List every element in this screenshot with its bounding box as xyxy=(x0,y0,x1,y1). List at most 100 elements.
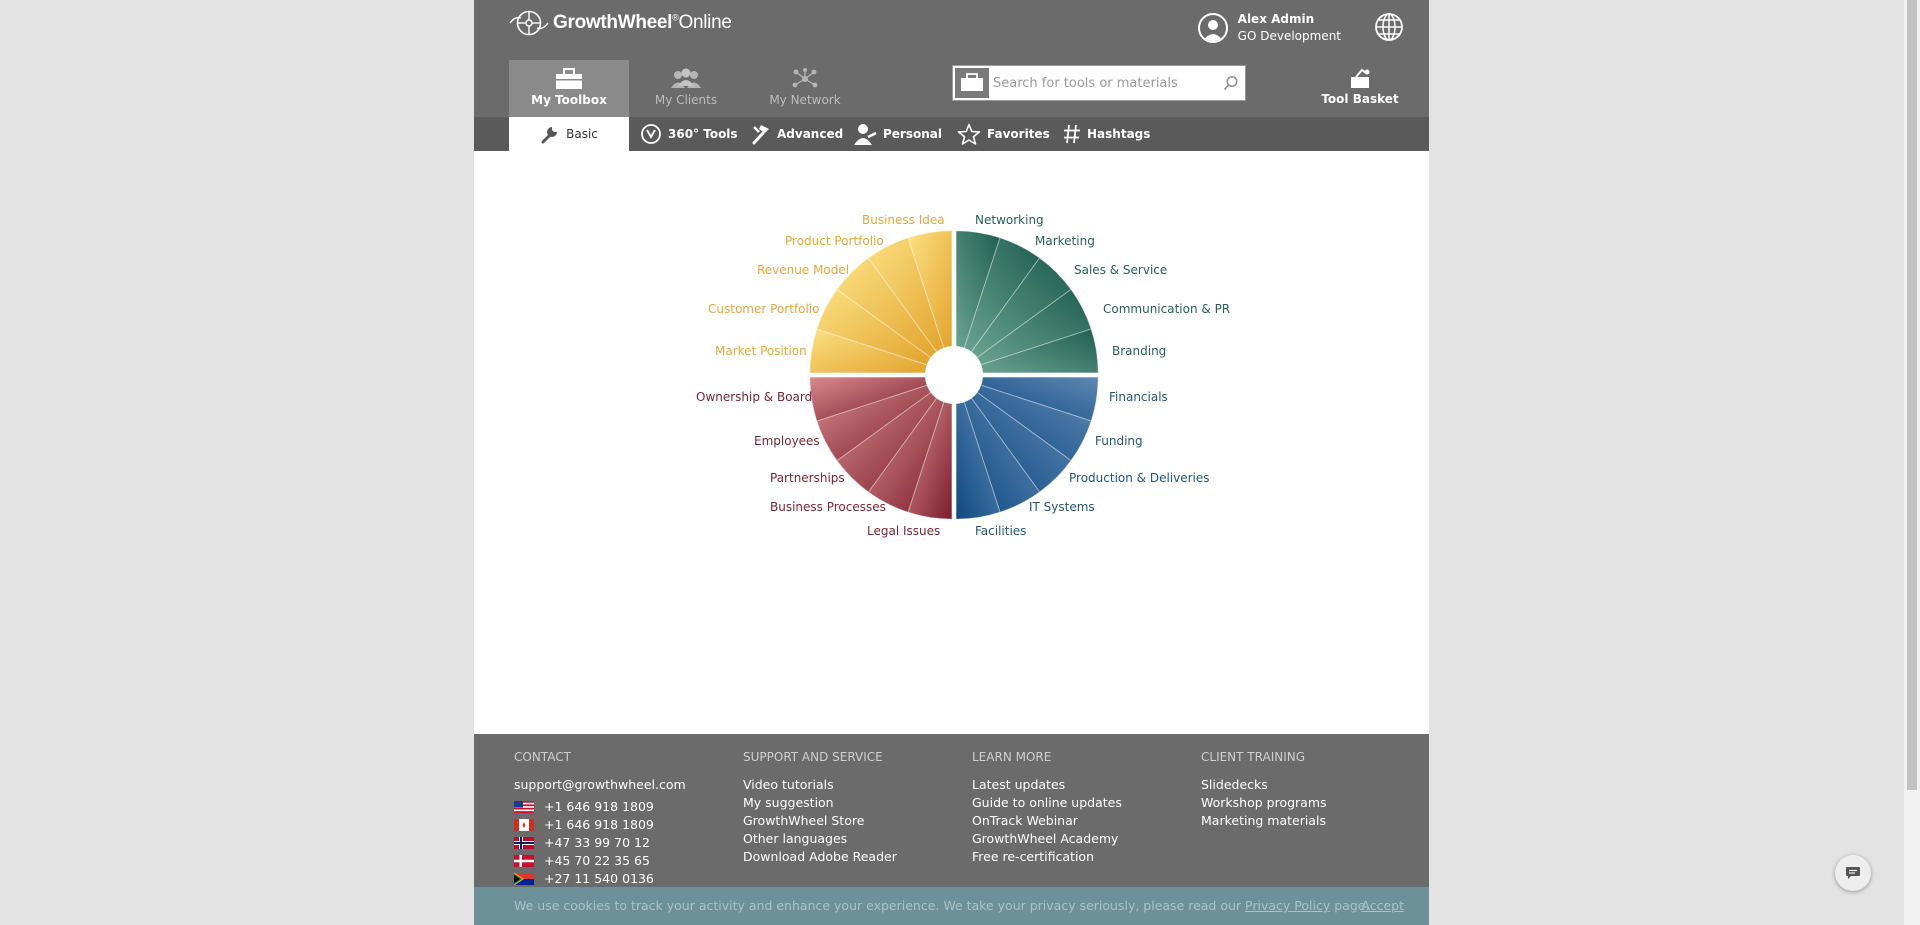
footer-support: SUPPORT AND SERVICE Video tutorials My s… xyxy=(743,750,897,866)
scrollbar-thumb[interactable] xyxy=(1907,0,1917,790)
phone-row[interactable]: +27 11 540 0136 xyxy=(514,870,686,888)
tool-basket-button[interactable]: Tool Basket xyxy=(1320,68,1400,106)
wheel-label-business-idea[interactable]: Business Idea xyxy=(862,213,945,227)
search-icon[interactable] xyxy=(1223,75,1239,91)
footer-link[interactable]: Workshop programs xyxy=(1201,794,1327,812)
person-icon xyxy=(854,124,877,145)
wheel-svg xyxy=(809,230,1099,520)
wheel-label-legal-issues[interactable]: Legal Issues xyxy=(867,524,940,538)
wheel-label-marketing[interactable]: Marketing xyxy=(1035,234,1095,248)
wheel-label-sales-service[interactable]: Sales & Service xyxy=(1074,263,1167,277)
user-name: Alex Admin xyxy=(1237,12,1315,26)
footer-link[interactable]: Latest updates xyxy=(972,776,1122,794)
subtab-advanced[interactable]: Advanced xyxy=(751,117,843,151)
footer-link[interactable]: OnTrack Webinar xyxy=(972,812,1122,830)
toolbox-icon xyxy=(556,68,582,89)
search-box xyxy=(952,65,1246,101)
footer-contact: CONTACT support@growthwheel.com +1 646 9… xyxy=(514,750,686,888)
search-input[interactable] xyxy=(993,68,1215,98)
chat-icon xyxy=(1846,867,1860,879)
phone-row[interactable]: +47 33 99 70 12 xyxy=(514,834,686,852)
hashtag-icon xyxy=(1064,124,1080,144)
people-icon xyxy=(671,68,701,88)
cookie-banner: We use cookies to track your activity an… xyxy=(474,887,1429,925)
subtab-personal[interactable]: Personal xyxy=(853,117,942,151)
tab-my-clients[interactable]: My Clients xyxy=(626,60,746,117)
footer-link[interactable]: Marketing materials xyxy=(1201,812,1327,830)
phone-row[interactable]: +1 646 918 1809 xyxy=(514,816,686,834)
wheel-label-funding[interactable]: Funding xyxy=(1095,434,1143,448)
wheel-label-financials[interactable]: Financials xyxy=(1109,390,1168,404)
user-org: GO Development xyxy=(1237,29,1341,43)
ca-flag-icon xyxy=(514,819,534,831)
privacy-policy-link[interactable]: Privacy Policy xyxy=(1245,898,1330,913)
tab-my-network[interactable]: My Network xyxy=(745,60,865,117)
wheel-label-partnerships[interactable]: Partnerships xyxy=(770,471,845,485)
accept-cookies-button[interactable]: Accept xyxy=(1361,898,1404,913)
footer-link[interactable]: Free re-certification xyxy=(972,848,1122,866)
no-flag-icon xyxy=(514,837,534,849)
user-menu[interactable]: Alex Admin GO Development xyxy=(1197,11,1341,45)
wheel-logo-icon xyxy=(509,10,549,36)
wheel-label-it-systems[interactable]: IT Systems xyxy=(1029,500,1095,514)
top-header: GrowthWheel®Online Alex Admin GO Develop… xyxy=(474,0,1429,117)
app-window: GrowthWheel®Online Alex Admin GO Develop… xyxy=(474,0,1429,925)
360-icon xyxy=(641,124,661,144)
phone-row[interactable]: +1 646 918 1809 xyxy=(514,798,686,816)
wheel-quadrant-green xyxy=(955,230,1099,374)
wheel-quadrant-blue xyxy=(955,376,1099,520)
growthwheel-chart: Business Idea Product Portfolio Revenue … xyxy=(474,151,1429,734)
footer-heading: CLIENT TRAINING xyxy=(1201,750,1306,764)
toolbox-search-icon[interactable] xyxy=(955,68,989,98)
footer-link[interactable]: GrowthWheel Academy xyxy=(972,830,1122,848)
phone-row[interactable]: +45 70 22 35 65 xyxy=(514,852,686,870)
footer-heading: LEARN MORE xyxy=(972,750,1052,764)
us-flag-icon xyxy=(514,801,534,813)
subtab-basic[interactable]: Basic xyxy=(509,117,629,151)
wrench-icon xyxy=(541,127,558,144)
star-icon xyxy=(957,123,981,145)
subtab-hashtags[interactable]: Hashtags xyxy=(1063,117,1150,151)
avatar xyxy=(1197,13,1228,43)
wheel-label-revenue-model[interactable]: Revenue Model xyxy=(757,263,849,277)
support-email-link[interactable]: support@growthwheel.com xyxy=(514,776,686,794)
sub-navigation: Basic 360° Tools Advanced Personal Favor… xyxy=(474,117,1429,151)
footer-heading: CONTACT xyxy=(514,750,571,764)
wheel-label-market-position[interactable]: Market Position xyxy=(715,344,807,358)
wheel-label-branding[interactable]: Branding xyxy=(1112,344,1166,358)
tab-my-toolbox[interactable]: My Toolbox xyxy=(509,60,629,117)
network-icon xyxy=(792,68,818,88)
footer-link[interactable]: Guide to online updates xyxy=(972,794,1122,812)
wheel-label-communication-pr[interactable]: Communication & PR xyxy=(1103,302,1230,316)
wheel-label-networking[interactable]: Networking xyxy=(975,213,1044,227)
za-flag-icon xyxy=(514,873,534,885)
subtab-favorites[interactable]: Favorites xyxy=(957,117,1050,151)
wheel-quadrant-yellow xyxy=(809,230,953,374)
chat-button[interactable] xyxy=(1835,855,1871,891)
brand-name: GrowthWheel®Online xyxy=(553,12,732,33)
footer-learn-more: LEARN MORE Latest updates Guide to onlin… xyxy=(972,750,1122,866)
wheel-label-production-deliveries[interactable]: Production & Deliveries xyxy=(1069,471,1210,485)
wheel-quadrant-red xyxy=(809,376,953,520)
footer-link[interactable]: Other languages xyxy=(743,830,897,848)
footer-link[interactable]: Video tutorials xyxy=(743,776,897,794)
dk-flag-icon xyxy=(514,855,534,867)
wheel-label-business-processes[interactable]: Business Processes xyxy=(770,500,886,514)
wheel-label-product-portfolio[interactable]: Product Portfolio xyxy=(785,234,884,248)
footer-heading: SUPPORT AND SERVICE xyxy=(743,750,883,764)
tool-basket-icon xyxy=(1351,68,1370,88)
wheel-label-ownership-board[interactable]: Ownership & Board xyxy=(696,390,812,404)
wheel-label-customer-portfolio[interactable]: Customer Portfolio xyxy=(708,302,819,316)
footer-client-training: CLIENT TRAINING Slidedecks Workshop prog… xyxy=(1201,750,1327,830)
subtab-360-tools[interactable]: 360° Tools xyxy=(640,117,738,151)
wheel-label-employees[interactable]: Employees xyxy=(754,434,820,448)
cookie-message: We use cookies to track your activity an… xyxy=(514,898,1370,913)
footer-link[interactable]: Download Adobe Reader xyxy=(743,848,897,866)
growthwheel-logo[interactable]: GrowthWheel®Online xyxy=(509,10,732,36)
footer-link[interactable]: GrowthWheel Store xyxy=(743,812,897,830)
footer-link[interactable]: Slidedecks xyxy=(1201,776,1327,794)
page-scrollbar[interactable] xyxy=(1904,0,1920,925)
footer-link[interactable]: My suggestion xyxy=(743,794,897,812)
globe-icon[interactable] xyxy=(1373,11,1405,43)
wheel-label-facilities[interactable]: Facilities xyxy=(975,524,1026,538)
